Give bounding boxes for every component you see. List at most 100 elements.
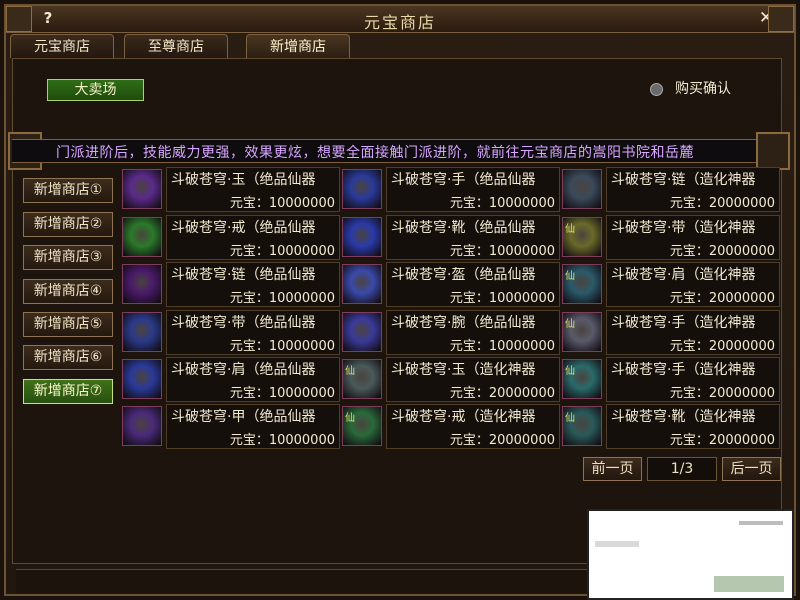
item-info[interactable]: 斗破苍穹·链（造化神器 元宝：20000000 <box>606 167 780 212</box>
item-price: 元宝：10000000 <box>229 196 335 211</box>
tab-yuanbao-shop[interactable]: 元宝商店 <box>10 34 114 58</box>
item-info[interactable]: 斗破苍穹·手（造化神器元宝：20000000 <box>606 357 780 402</box>
shop-item[interactable]: 仙 斗破苍穹·手（造化神器 元宝：20000000 <box>562 310 782 355</box>
item-info[interactable]: 斗破苍穹·戒（造化神器 元宝：20000000 <box>386 404 560 449</box>
item-info[interactable]: 斗破苍穹·玉（造化神器 元宝：20000000 <box>386 357 560 402</box>
shop-item[interactable]: 仙 斗破苍穹·靴（造化神器 元宝：20000000 <box>562 404 782 449</box>
announcement-bar: 门派进阶后，技能威力更强，效果更炫，想要全面接触门派进阶，就前往元宝商店的嵩阳书… <box>12 139 782 163</box>
shop-item[interactable]: 斗破苍穹·链（绝品仙器 元宝：10000000 <box>122 262 342 307</box>
next-page-button[interactable]: 后一页 <box>722 457 781 481</box>
item-name: 斗破苍穹·腕（绝品仙器 <box>391 315 536 331</box>
item-name: 斗破苍穹·靴（造化神器 <box>611 409 756 425</box>
gold-belt-icon[interactable]: 仙 <box>562 217 602 257</box>
item-info[interactable]: 斗破苍穹·链（绝品仙器 元宝：10000000 <box>166 262 340 307</box>
item-price: 元宝：10000000 <box>449 339 555 354</box>
shop-item[interactable]: 仙 斗破苍穹·手（造化神器元宝：20000000 <box>562 357 782 402</box>
item-name: 斗破苍穹·甲（绝品仙器 <box>171 409 316 425</box>
window-title: 元宝商店 <box>363 13 436 32</box>
item-info[interactable]: 斗破苍穹·玉（绝品仙器 元宝：10000000 <box>166 167 340 212</box>
item-name: 斗破苍穹·戒（绝品仙器 <box>171 220 316 236</box>
green-ring-icon[interactable] <box>122 217 162 257</box>
overlay-mark <box>714 576 784 592</box>
purple-armor-icon[interactable] <box>122 406 162 446</box>
title-bar[interactable]: ? 元宝商店 ✕ <box>6 6 794 33</box>
shop-item[interactable]: 斗破苍穹·甲（绝品仙器 元宝：10000000 <box>122 404 342 449</box>
silver-gauntlet-icon[interactable]: 仙 <box>562 312 602 352</box>
item-name: 斗破苍穹·肩（绝品仙器 <box>171 362 316 378</box>
item-info[interactable]: 斗破苍穹·盔（绝品仙器 元宝：10000000 <box>386 262 560 307</box>
item-badge: 仙 <box>565 224 575 235</box>
shop-item[interactable]: 仙 斗破苍穹·玉（造化神器 元宝：20000000 <box>342 357 562 402</box>
item-price: 元宝：20000000 <box>669 291 775 306</box>
item-info[interactable]: 斗破苍穹·靴（造化神器 元宝：20000000 <box>606 404 780 449</box>
shop-item[interactable]: 斗破苍穹·腕（绝品仙器元宝：10000000 <box>342 310 562 355</box>
shop-item[interactable]: 斗破苍穹·戒（绝品仙器 元宝：10000000 <box>122 215 342 260</box>
side-tab-3[interactable]: 新增商店③ <box>23 245 113 270</box>
item-info[interactable]: 斗破苍穹·带（造化神器 元宝：20000000 <box>606 215 780 260</box>
item-info[interactable]: 斗破苍穹·甲（绝品仙器 元宝：10000000 <box>166 404 340 449</box>
shop-item[interactable]: 斗破苍穹·盔（绝品仙器 元宝：10000000 <box>342 262 562 307</box>
item-price: 元宝：20000000 <box>449 386 555 401</box>
silver-jade-icon[interactable]: 仙 <box>342 359 382 399</box>
shop-item[interactable]: 斗破苍穹·链（造化神器 元宝：20000000 <box>562 167 782 212</box>
side-tab-6[interactable]: 新增商店⑥ <box>23 345 113 370</box>
prev-page-button[interactable]: 前一页 <box>583 457 642 481</box>
item-info[interactable]: 斗破苍穹·肩（造化神器元宝：20000000 <box>606 262 780 307</box>
item-price: 元宝：20000000 <box>669 244 775 259</box>
item-info[interactable]: 斗破苍穹·手（造化神器 元宝：20000000 <box>606 310 780 355</box>
item-price: 元宝：10000000 <box>229 386 335 401</box>
tab-supreme-shop[interactable]: 至尊商店 <box>124 34 228 58</box>
item-info[interactable]: 斗破苍穹·肩（绝品仙器元宝：10000000 <box>166 357 340 402</box>
side-tab-7[interactable]: 新增商店⑦ <box>23 379 113 404</box>
armored-knight-icon[interactable] <box>562 169 602 209</box>
shop-item[interactable]: 斗破苍穹·肩（绝品仙器元宝：10000000 <box>122 357 342 402</box>
side-tab-5[interactable]: 新增商店⑤ <box>23 312 113 337</box>
shop-item[interactable]: 斗破苍穹·带（绝品仙器 元宝：10000000 <box>122 310 342 355</box>
overlay-mark <box>739 521 783 525</box>
teal-boots-icon[interactable]: 仙 <box>562 406 602 446</box>
auction-button[interactable]: 大卖场 <box>47 79 144 101</box>
shop-item[interactable]: 斗破苍穹·玉（绝品仙器 元宝：10000000 <box>122 167 342 212</box>
item-name: 斗破苍穹·盔（绝品仙器 <box>391 267 536 283</box>
item-price: 元宝：10000000 <box>449 196 555 211</box>
side-tab-4[interactable]: 新增商店④ <box>23 279 113 304</box>
item-price: 元宝：10000000 <box>229 291 335 306</box>
shop-item[interactable]: 仙 斗破苍穹·带（造化神器 元宝：20000000 <box>562 215 782 260</box>
blue-shoulder-icon[interactable] <box>122 359 162 399</box>
side-tab-1[interactable]: 新增商店① <box>23 178 113 203</box>
item-name: 斗破苍穹·戒（造化神器 <box>391 409 536 425</box>
item-badge: 仙 <box>565 366 575 377</box>
scroll-ornament-right <box>756 132 790 170</box>
item-price: 元宝：10000000 <box>449 244 555 259</box>
item-name: 斗破苍穹·靴（绝品仙器 <box>391 220 536 236</box>
item-name: 斗破苍穹·带（绝品仙器 <box>171 315 316 331</box>
item-price: 元宝：20000000 <box>669 386 775 401</box>
purchase-confirm-toggle[interactable]: 购买确认 <box>650 78 731 98</box>
teal-glove-icon[interactable]: 仙 <box>562 359 602 399</box>
shop-item[interactable]: 斗破苍穹·手（绝品仙器 元宝：10000000 <box>342 167 562 212</box>
radio-icon[interactable] <box>650 82 663 96</box>
tab-new-shop[interactable]: 新增商店 <box>246 34 350 58</box>
purple-beast-icon[interactable] <box>122 169 162 209</box>
item-info[interactable]: 斗破苍穹·手（绝品仙器 元宝：10000000 <box>386 167 560 212</box>
item-info[interactable]: 斗破苍穹·靴（绝品仙器元宝：10000000 <box>386 215 560 260</box>
shop-item[interactable]: 斗破苍穹·靴（绝品仙器元宝：10000000 <box>342 215 562 260</box>
blue-helmet-icon[interactable] <box>342 264 382 304</box>
green-gold-ring-icon[interactable]: 仙 <box>342 406 382 446</box>
item-name: 斗破苍穹·肩（造化神器 <box>611 267 756 283</box>
teal-shoulder-icon[interactable]: 仙 <box>562 264 602 304</box>
blue-boots-icon[interactable] <box>342 217 382 257</box>
corner-ornament <box>768 6 794 32</box>
blue-belt-icon[interactable] <box>122 312 162 352</box>
item-info[interactable]: 斗破苍穹·带（绝品仙器 元宝：10000000 <box>166 310 340 355</box>
blue-gauntlet-icon[interactable] <box>342 169 382 209</box>
blue-bracer-icon[interactable] <box>342 312 382 352</box>
item-name: 斗破苍穹·手（造化神器 <box>611 362 756 378</box>
item-info[interactable]: 斗破苍穹·戒（绝品仙器 元宝：10000000 <box>166 215 340 260</box>
purple-necklace-icon[interactable] <box>122 264 162 304</box>
shop-item[interactable]: 仙 斗破苍穹·肩（造化神器元宝：20000000 <box>562 262 782 307</box>
shop-item[interactable]: 仙 斗破苍穹·戒（造化神器 元宝：20000000 <box>342 404 562 449</box>
item-price: 元宝：20000000 <box>669 339 775 354</box>
item-info[interactable]: 斗破苍穹·腕（绝品仙器元宝：10000000 <box>386 310 560 355</box>
side-tab-2[interactable]: 新增商店② <box>23 212 113 237</box>
